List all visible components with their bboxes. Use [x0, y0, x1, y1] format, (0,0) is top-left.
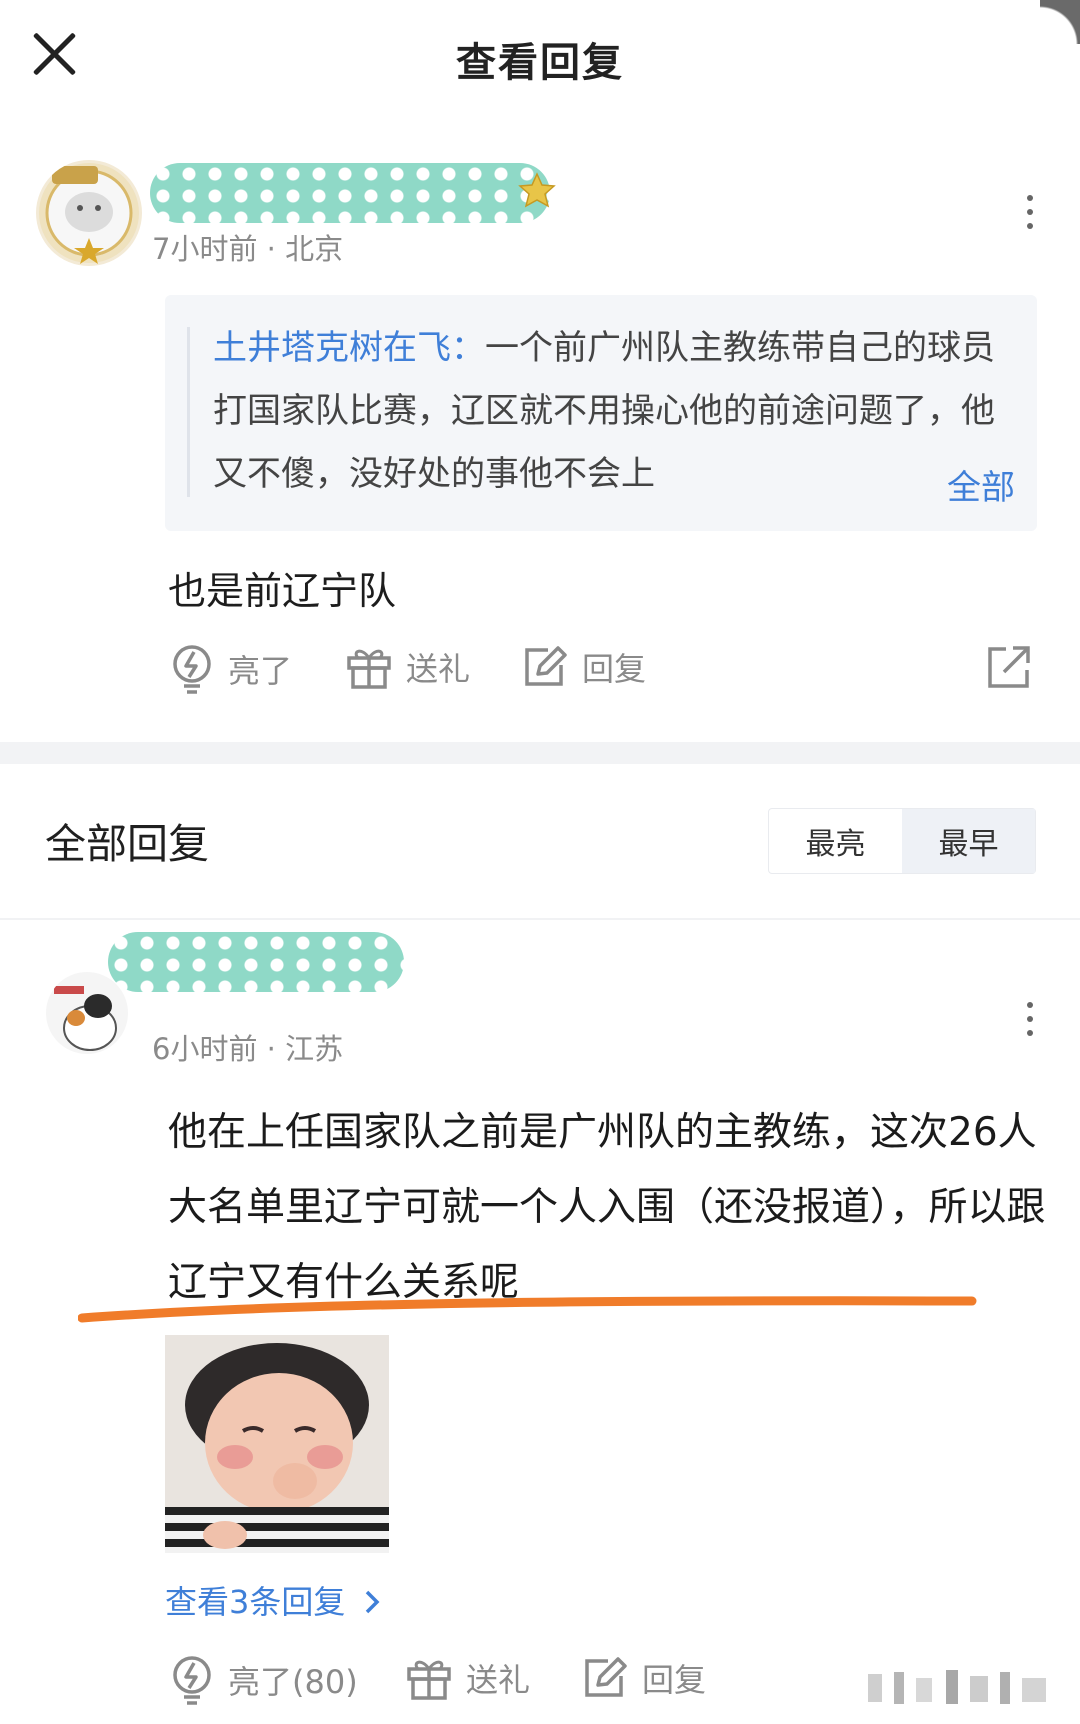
- quote-text: 土井塔克树在飞：一个前广州队主教练带自己的球员打国家队比赛，辽区就不用操心他的前…: [213, 317, 1003, 506]
- view-replies-link[interactable]: 查看3条回复: [165, 1577, 382, 1623]
- lightbulb-icon: [173, 1656, 211, 1705]
- like-button[interactable]: 亮了(80): [170, 1655, 358, 1705]
- level-badge-icon: [518, 172, 556, 208]
- parent-comment: 7小时前 · 北京 土井塔克树在飞：一个前广州队主教练带自己的球员打国家队比赛，…: [0, 0, 1080, 742]
- gift-button[interactable]: 送礼: [406, 1655, 530, 1701]
- edit-icon: [585, 1657, 627, 1697]
- more-icon[interactable]: [1015, 1002, 1045, 1042]
- chevron-right-icon: [365, 1590, 380, 1614]
- expand-quote-link[interactable]: 全部: [923, 460, 1015, 509]
- orange-underline-annotation: [78, 1296, 977, 1323]
- avatar-badge-icon: [39, 163, 139, 264]
- gift-button[interactable]: 送礼: [346, 644, 470, 690]
- reply-time: 6小时前: [152, 1032, 258, 1066]
- like-button[interactable]: 亮了: [170, 644, 292, 694]
- more-icon[interactable]: [1015, 195, 1045, 235]
- username-redacted[interactable]: [108, 932, 404, 992]
- comment-content: 也是前辽宁队: [168, 569, 397, 613]
- gift-icon: [347, 649, 391, 689]
- share-button[interactable]: [986, 644, 1032, 690]
- cat-avatar-icon: [54, 986, 117, 1051]
- sort-option-earliest[interactable]: 最早: [902, 809, 1035, 873]
- sort-option-hottest[interactable]: 最亮: [769, 809, 902, 873]
- view-replies-label: 查看3条回复: [165, 1583, 346, 1621]
- quote-bar: [187, 327, 190, 497]
- reply-button[interactable]: 回复: [522, 644, 646, 690]
- replies-title: 全部回复: [45, 820, 209, 868]
- quote-author[interactable]: 土井塔克树在飞：: [213, 328, 485, 368]
- section-divider: [0, 742, 1080, 764]
- gift-label: 送礼: [466, 1661, 531, 1699]
- action-bar: 亮了 送礼 回复: [0, 644, 1080, 704]
- reply-label: 回复: [582, 650, 647, 688]
- gift-icon: [407, 1660, 451, 1700]
- like-label: 亮了: [228, 652, 293, 690]
- reply-label: 回复: [642, 1661, 707, 1699]
- sort-toggle: 最亮 最早: [768, 808, 1036, 874]
- avatar[interactable]: [36, 160, 142, 266]
- post-location: 北京: [285, 232, 344, 266]
- quoted-comment[interactable]: 土井塔克树在飞：一个前广州队主教练带自己的球员打国家队比赛，辽区就不用操心他的前…: [165, 295, 1037, 531]
- share-icon: [988, 646, 1030, 688]
- post-time: 7小时前: [152, 232, 258, 266]
- reply-meta: 6小时前 · 江苏: [152, 1026, 343, 1068]
- username-redacted[interactable]: [150, 163, 550, 223]
- replies-header: 全部回复 最亮 最早: [0, 790, 1080, 880]
- post-meta: 7小时前 · 北京: [152, 226, 343, 268]
- child-photo: [165, 1335, 389, 1553]
- watermark-bars: [868, 1670, 1046, 1704]
- reply-button[interactable]: 回复: [582, 1655, 706, 1701]
- reply-image[interactable]: [165, 1335, 389, 1553]
- reply-content: 他在上任国家队之前是广州队的主教练，这次26人大名单里辽宁可就一个人入围（还没报…: [168, 1110, 1046, 1305]
- avatar[interactable]: [46, 972, 128, 1054]
- gift-label: 送礼: [406, 650, 471, 688]
- edit-icon: [525, 646, 567, 686]
- meta-dot: ·: [266, 232, 286, 266]
- lightbulb-icon: [173, 645, 211, 694]
- like-label: 亮了(80): [228, 1663, 358, 1701]
- meta-dot: ·: [266, 1032, 286, 1066]
- reply-location: 江苏: [285, 1032, 344, 1066]
